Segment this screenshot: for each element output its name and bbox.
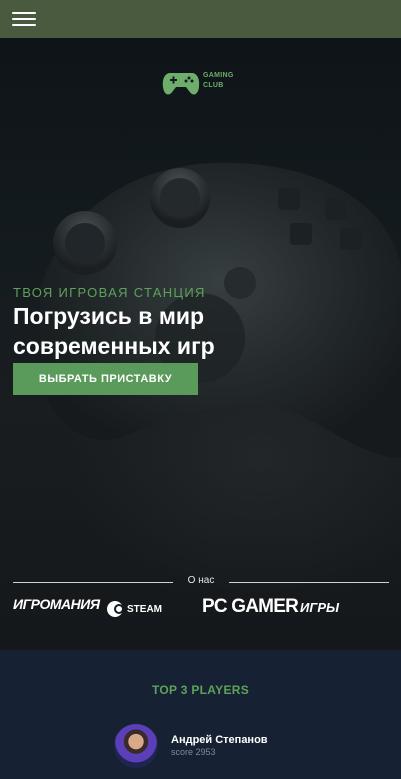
player-name: Андрей Степанов <box>171 734 268 746</box>
partner-logo-steam[interactable]: STEAM <box>107 601 162 617</box>
steam-label: STEAM <box>127 603 162 615</box>
gamepad-icon <box>162 73 200 95</box>
logo-line-2: CLUB <box>203 82 224 89</box>
hero-tagline: ТВОЯ ИГРОВАЯ СТАНЦИЯ <box>13 285 206 300</box>
steam-icon <box>107 601 124 617</box>
player-card[interactable]: Андрей Степанов score 2953 <box>114 724 334 768</box>
top-navigation-bar <box>0 0 401 38</box>
partner-logo-pcgamer[interactable]: PC GAMER <box>202 596 299 618</box>
player-score: score 2953 <box>171 747 216 757</box>
about-link[interactable]: О нас <box>13 575 389 586</box>
top-players-title: TOP 3 PLAYERS <box>151 683 250 697</box>
player-avatar <box>114 724 158 768</box>
partner-logo-igromania[interactable]: ИГРОМАНИЯ <box>13 596 100 612</box>
choose-console-button[interactable]: ВЫБРАТЬ ПРИСТАВКУ <box>13 363 198 395</box>
logo-line-1: GAMING <box>203 72 234 79</box>
about-divider: О нас <box>13 575 389 589</box>
hero-section: GAMING CLUB ТВОЯ ИГРОВАЯ СТАНЦИЯ Погрузи… <box>0 38 401 650</box>
partner-logo-igry[interactable]: ИГРЫ <box>300 600 339 615</box>
top-players-section: TOP 3 PLAYERS Андрей Степанов score 2953 <box>0 650 401 779</box>
logo-text: GAMING CLUB <box>203 71 234 91</box>
gaming-club-logo[interactable]: GAMING CLUB <box>162 69 242 99</box>
divider-line-right <box>229 582 389 583</box>
hamburger-menu-icon[interactable] <box>12 12 36 28</box>
hero-headline: Погрузись в мир современных игр <box>13 303 215 359</box>
